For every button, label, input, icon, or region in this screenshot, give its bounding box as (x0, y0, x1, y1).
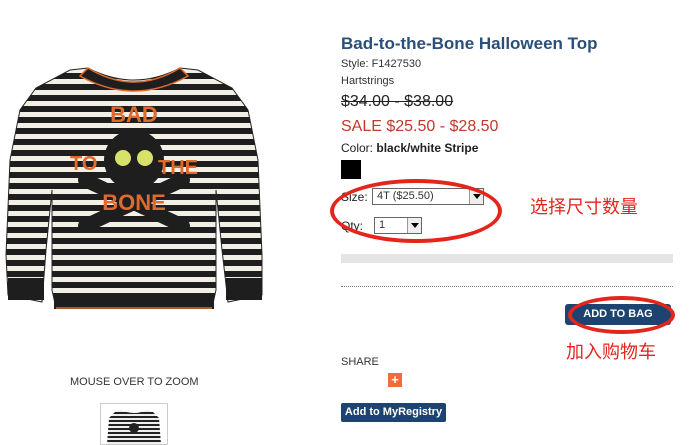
print-text-to: TO (70, 153, 97, 175)
color-label: Color: (341, 141, 374, 155)
thumbnail[interactable] (100, 403, 168, 445)
print-text-bone: BONE (102, 190, 166, 215)
thumbnail-image (107, 410, 161, 444)
color-row: Color: black/white Stripe (341, 141, 478, 155)
print-text-bad: BAD (110, 102, 158, 127)
product-image[interactable]: BAD TO THE BONE (0, 40, 268, 330)
sale-price: SALE $25.50 - $28.50 (341, 118, 499, 135)
color-swatch[interactable] (341, 160, 361, 179)
size-qty-highlight (330, 179, 502, 243)
brand-name: Hartstrings (341, 75, 395, 87)
availability-bar (341, 254, 673, 263)
zoom-hint: MOUSE OVER TO ZOOM (70, 376, 199, 388)
style-number: Style: F1427530 (341, 58, 422, 70)
size-qty-note: 选择尺寸数量 (530, 197, 638, 218)
share-label: SHARE (341, 356, 379, 368)
divider (341, 286, 673, 287)
add-to-bag-note: 加入购物车 (566, 342, 656, 363)
add-to-bag-highlight (568, 296, 675, 334)
color-value: black/white Stripe (376, 141, 479, 155)
original-price: $34.00 - $38.00 (341, 93, 454, 110)
plus-icon[interactable]: + (388, 373, 402, 387)
product-title: Bad-to-the-Bone Halloween Top (341, 34, 598, 53)
add-to-registry-button[interactable]: Add to MyRegistry (341, 403, 446, 422)
print-text-the: THE (158, 157, 198, 179)
